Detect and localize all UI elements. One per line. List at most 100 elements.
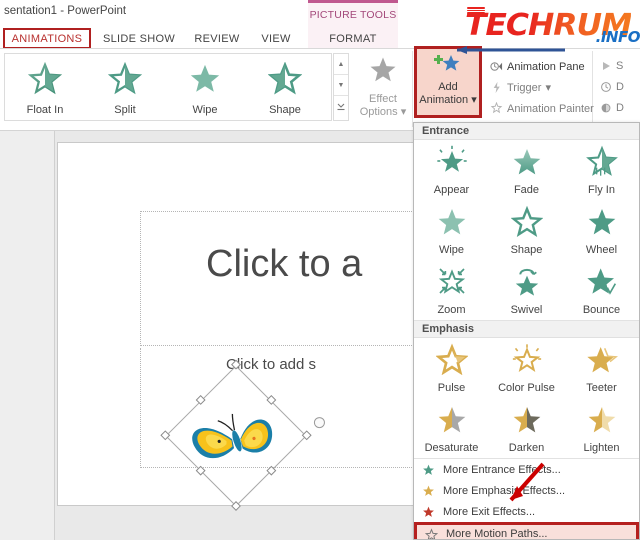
star-icon xyxy=(586,347,618,373)
chevron-down-icon: ▾ xyxy=(400,106,407,118)
clock-icon xyxy=(601,82,611,92)
star-icon xyxy=(27,61,63,95)
menu-item-label: More Emphasis Effects... xyxy=(443,484,566,497)
star-icon xyxy=(438,209,465,235)
gallery-item-split[interactable]: Split xyxy=(85,57,165,119)
effect-appear[interactable]: Appear xyxy=(414,140,489,200)
timing-delay-label: D xyxy=(616,102,624,114)
gallery-item-wipe[interactable]: Wipe xyxy=(165,57,245,119)
tab-format[interactable]: FORMAT xyxy=(308,28,398,49)
timing-duration-label: D xyxy=(616,81,624,93)
effect-label: Desaturate xyxy=(424,442,479,454)
effect-darken[interactable]: Darken xyxy=(489,398,564,458)
ribbon-group-divider xyxy=(592,51,593,127)
painter-icon xyxy=(490,102,503,114)
effect-options-button[interactable]: Effect Options ▾ xyxy=(355,55,411,127)
effect-pulse[interactable]: Pulse xyxy=(414,338,489,398)
effect-zoom[interactable]: Zoom xyxy=(414,260,489,320)
menu-item-more-emphasis-effects[interactable]: More Emphasis Effects... xyxy=(414,480,639,501)
effect-lighten[interactable]: Lighten xyxy=(564,398,639,458)
gallery-scrollbar[interactable]: ▲ ▼ xyxy=(333,53,349,121)
effect-color-pulse[interactable]: Color Pulse xyxy=(489,338,564,398)
add-animation-dropdown[interactable]: Entrance Appear Fade Fly In Wipe Shape W… xyxy=(413,122,640,540)
effect-options-line1: Effect xyxy=(369,93,397,105)
effect-label: Bounce xyxy=(582,304,621,316)
star-icon xyxy=(423,464,434,475)
tab-slide-show[interactable]: SLIDE SHOW xyxy=(96,28,182,49)
star-burst-icon xyxy=(512,344,541,372)
star-icon xyxy=(588,407,615,433)
contextual-tab-label: PICTURE TOOLS xyxy=(309,9,397,21)
effect-fade[interactable]: Fade xyxy=(489,140,564,200)
star-icon xyxy=(370,57,396,82)
gallery-item-label: Float In xyxy=(26,104,64,116)
animation-pane-button[interactable]: Animation Pane xyxy=(490,60,585,73)
delay-icon xyxy=(601,103,611,113)
tab-view[interactable]: VIEW xyxy=(252,28,300,49)
effect-label: Wheel xyxy=(585,244,618,256)
star-icon xyxy=(438,268,465,294)
chevron-down-icon: ▾ xyxy=(545,82,551,94)
add-animation-icon xyxy=(434,55,460,71)
star-icon xyxy=(190,64,220,92)
gallery-item-shape[interactable]: Shape xyxy=(245,57,325,119)
effect-label: Lighten xyxy=(583,442,620,454)
animation-pane-label: Animation Pane xyxy=(507,60,585,73)
star-icon xyxy=(267,61,303,95)
menu-item-more-motion-paths[interactable]: More Motion Paths... xyxy=(414,522,639,540)
star-icon xyxy=(438,407,465,433)
menu-item-more-exit-effects[interactable]: More Exit Effects... xyxy=(414,501,639,522)
dropdown-section-header-emphasis: Emphasis xyxy=(414,321,639,338)
timing-duration-command[interactable]: D xyxy=(600,81,624,93)
play-icon xyxy=(603,62,610,70)
effect-wipe[interactable]: Wipe xyxy=(414,200,489,260)
entrance-effects-grid: Appear Fade Fly In Wipe Shape Wheel Zoom… xyxy=(414,140,639,320)
menu-item-label: More Motion Paths... xyxy=(446,528,548,540)
star-icon xyxy=(513,149,540,175)
tab-review[interactable]: REVIEW xyxy=(186,28,248,49)
gallery-more-button[interactable] xyxy=(334,96,348,117)
timing-start-command[interactable]: S xyxy=(600,60,623,72)
slide-thumbnail-pane[interactable] xyxy=(0,131,55,540)
effect-label: Teeter xyxy=(586,382,617,394)
trigger-button[interactable]: Trigger ▾ xyxy=(490,81,551,94)
chevron-down-line-icon xyxy=(337,103,345,110)
effect-bounce[interactable]: Bounce xyxy=(564,260,639,320)
effect-swivel[interactable]: Swivel xyxy=(489,260,564,320)
gallery-scroll-down-button[interactable]: ▼ xyxy=(334,75,348,96)
gallery-item-label: Split xyxy=(114,104,136,116)
gallery-item-float-in[interactable]: Float In xyxy=(5,57,85,119)
gallery-scroll-up-button[interactable]: ▲ xyxy=(334,54,348,75)
star-icon xyxy=(423,485,434,496)
star-icon xyxy=(513,407,540,433)
star-icon xyxy=(588,209,615,235)
effect-fly-in[interactable]: Fly In xyxy=(564,140,639,200)
star-icon xyxy=(423,506,434,517)
slide-canvas[interactable]: Click to a Click to add s xyxy=(57,142,440,511)
effect-label: Color Pulse xyxy=(498,382,555,394)
animation-effect-gallery[interactable]: Float In Split Wipe Shape xyxy=(4,53,332,121)
effect-wheel[interactable]: Wheel xyxy=(564,200,639,260)
menu-item-more-entrance-effects[interactable]: More Entrance Effects... xyxy=(414,459,639,480)
effect-options-line2: Options xyxy=(359,106,398,118)
star-icon xyxy=(434,343,469,376)
butterfly-image-selection[interactable] xyxy=(160,359,328,511)
tab-animations[interactable]: ANIMATIONS xyxy=(3,28,91,49)
effect-shape[interactable]: Shape xyxy=(489,200,564,260)
star-icon xyxy=(107,61,143,95)
animation-painter-button[interactable]: Animation Painter xyxy=(490,102,594,115)
add-animation-button[interactable]: Add Animation ▾ xyxy=(414,46,482,118)
chevron-down-icon: ▾ xyxy=(471,94,477,106)
star-icon xyxy=(586,268,616,295)
lightning-icon xyxy=(493,81,500,94)
star-icon xyxy=(515,268,538,296)
star-burst-icon xyxy=(436,145,467,172)
animation-painter-label: Animation Painter xyxy=(507,102,594,115)
trigger-label: Trigger xyxy=(507,81,542,94)
ribbon-tab-row: ANIMATIONS SLIDE SHOW REVIEW VIEW FORMAT xyxy=(0,28,640,49)
effect-desaturate[interactable]: Desaturate xyxy=(414,398,489,458)
effect-teeter[interactable]: Teeter xyxy=(564,338,639,398)
timing-delay-command[interactable]: D xyxy=(600,102,624,114)
add-animation-line1: Add xyxy=(438,81,458,93)
contextual-tab-accent-bar xyxy=(308,0,398,3)
